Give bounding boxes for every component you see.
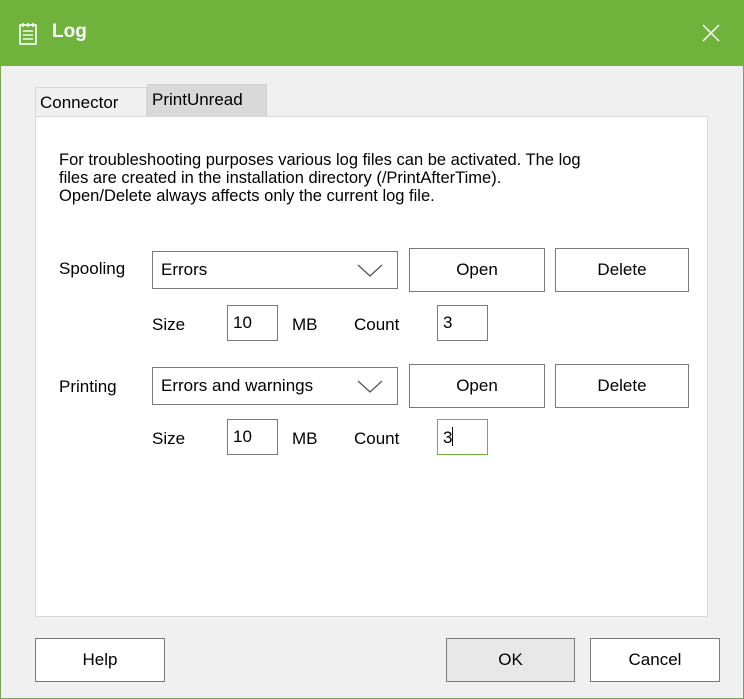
spooling-unit-label: MB — [292, 315, 318, 334]
spooling-open-button[interactable]: Open — [409, 248, 545, 292]
printing-label: Printing — [59, 377, 117, 396]
chevron-down-icon — [357, 264, 383, 277]
printing-level-select[interactable]: Errors and warnings — [152, 367, 398, 405]
printing-size-input[interactable]: 10 — [227, 419, 278, 455]
tab-connector[interactable]: Connector — [35, 87, 147, 117]
description-line: files are created in the installation di… — [59, 169, 502, 187]
tab-printunread[interactable]: PrintUnread — [147, 84, 267, 116]
description-text: For troubleshooting purposes various log… — [59, 151, 581, 205]
printing-count-label: Count — [354, 429, 400, 448]
text-caret — [452, 427, 454, 446]
printing-unit-label: MB — [292, 429, 318, 448]
close-button[interactable] — [680, 0, 744, 66]
spooling-level-select[interactable]: Errors — [152, 251, 398, 289]
printing-size-label: Size — [152, 429, 186, 448]
printing-count-value: 3 — [443, 428, 453, 447]
close-icon — [702, 24, 720, 42]
spooling-size-input[interactable]: 10 — [227, 305, 278, 341]
printing-level-value: Errors and warnings — [161, 376, 314, 395]
window-title: Log — [52, 21, 87, 42]
spooling-delete-button[interactable]: Delete — [555, 248, 689, 292]
ok-button[interactable]: OK — [446, 638, 575, 682]
cancel-button[interactable]: Cancel — [590, 638, 720, 682]
spooling-label: Spooling — [59, 259, 126, 278]
printing-open-button[interactable]: Open — [409, 364, 545, 408]
spooling-count-label: Count — [354, 315, 400, 334]
spooling-count-input[interactable]: 3 — [437, 305, 488, 341]
title-bar: Log — [0, 0, 744, 66]
spooling-size-label: Size — [152, 315, 186, 334]
help-button[interactable]: Help — [35, 638, 165, 682]
chevron-down-icon — [357, 380, 383, 393]
notepad-icon — [17, 22, 39, 46]
spooling-level-value: Errors — [161, 260, 208, 279]
printing-delete-button[interactable]: Delete — [555, 364, 689, 408]
description-line: Open/Delete always affects only the curr… — [59, 187, 435, 205]
printing-count-input[interactable]: 3 — [437, 419, 488, 455]
description-line: For troubleshooting purposes various log… — [59, 151, 581, 169]
